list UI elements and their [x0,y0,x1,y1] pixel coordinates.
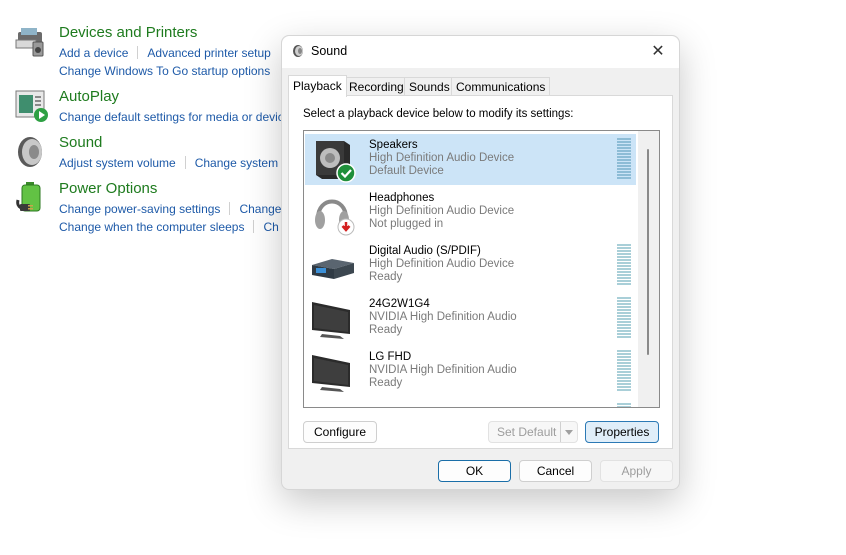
power-saving-settings-link[interactable]: Change power-saving settings [59,202,220,216]
sound-dialog: Sound ✕ Playback Recording Sounds Commun… [281,35,680,490]
configure-button[interactable]: Configure [303,421,377,443]
device-status: Default Device [369,165,444,177]
tab-sounds[interactable]: Sounds [404,77,455,96]
advanced-printer-setup-link[interactable]: Advanced printer setup [147,46,270,60]
volume-meter [617,403,631,407]
category-title[interactable]: Devices and Printers [59,24,197,41]
device-list[interactable]: Speakers High Definition Audio Device De… [303,130,660,408]
properties-button[interactable]: Properties [585,421,659,443]
volume-meter [617,244,631,286]
power-options-icon [16,182,41,212]
chevron-down-icon[interactable] [560,422,577,442]
link-separator [137,46,139,59]
monitor-icon [312,355,350,392]
computer-sleeps-link[interactable]: Change when the computer sleeps [59,220,244,234]
volume-meter [617,138,631,180]
device-item-lg-fhd[interactable]: LG FHD NVIDIA High Definition Audio Read… [305,346,636,397]
monitor-icon [312,302,350,339]
device-driver: NVIDIA High Definition Audio [369,311,517,323]
ok-button[interactable]: OK [438,460,511,482]
add-a-device-link[interactable]: Add a device [59,46,128,60]
link-separator [184,156,186,169]
power-change-link[interactable]: Change [239,202,281,216]
device-item-headphones[interactable]: Headphones High Definition Audio Device … [305,187,636,238]
cancel-button[interactable]: Cancel [519,460,592,482]
device-name: 24G2W1G4 [369,298,430,310]
devices-printers-icon [15,28,44,57]
windows-to-go-link[interactable]: Change Windows To Go startup options [59,64,270,78]
device-driver: NVIDIA High Definition Audio [369,364,517,376]
device-item-digital-audio[interactable]: Digital Audio (S/PDIF) High Definition A… [305,240,636,291]
scrollbar-thumb[interactable] [647,149,649,355]
speakers-icon [316,141,356,183]
device-item-speakers[interactable]: Speakers High Definition Audio Device De… [305,134,636,185]
apply-button[interactable]: Apply [600,460,673,482]
device-status: Ready [369,324,403,336]
category-title[interactable]: Sound [59,134,102,151]
change-system-sounds-link[interactable]: Change system [195,156,278,170]
close-button[interactable]: ✕ [648,42,668,62]
category-links: Add a device Advanced printer setup Chang… [59,44,271,80]
dialog-title: Sound [311,44,348,58]
device-driver: High Definition Audio Device [369,258,515,270]
link-separator [253,220,255,233]
volume-meter [617,297,631,339]
set-default-label: Set Default [497,425,557,439]
close-icon: ✕ [651,43,665,60]
device-driver: High Definition Audio Device [369,205,515,217]
device-name: Speakers [369,139,418,151]
headphones-icon [315,199,355,236]
category-links: Change power-saving settings Change Chang… [59,200,281,236]
volume-meter [617,350,631,392]
playback-panel: Select a playback device below to modify… [288,95,673,449]
tab-communications[interactable]: Communications [451,77,551,96]
link-separator [229,202,231,215]
tab-recording[interactable]: Recording [344,77,409,96]
set-default-button[interactable]: Set Default [488,421,578,443]
adjust-system-volume-link[interactable]: Adjust system volume [59,156,176,170]
category-title[interactable]: Power Options [59,180,157,197]
device-list-scrollbar[interactable] [638,131,659,407]
instruction-text: Select a playback device below to modify… [303,108,574,120]
tab-playback[interactable]: Playback [288,75,347,97]
autoplay-defaults-link[interactable]: Change default settings for media or dev… [59,110,284,124]
device-status: Ready [369,377,403,389]
device-item-partial[interactable] [305,399,636,407]
device-status: Not plugged in [369,218,444,230]
device-status: Ready [369,271,403,283]
device-name: Digital Audio (S/PDIF) [369,245,481,257]
sound-icon [293,45,303,57]
device-name: Headphones [369,192,435,204]
category-title[interactable]: AutoPlay [59,88,119,105]
digital-audio-icon [312,259,354,279]
category-links: Change default settings for media or dev… [59,108,284,126]
device-item-24g2w1g4[interactable]: 24G2W1G4 NVIDIA High Definition Audio Re… [305,293,636,344]
title-bar[interactable]: Sound ✕ [282,36,679,68]
category-links: Adjust system volume Change system [59,154,278,172]
device-driver: High Definition Audio Device [369,152,515,164]
device-name: LG FHD [369,351,412,363]
power-ch-link[interactable]: Ch [263,220,278,234]
autoplay-icon [15,90,48,122]
sound-icon [18,137,42,167]
